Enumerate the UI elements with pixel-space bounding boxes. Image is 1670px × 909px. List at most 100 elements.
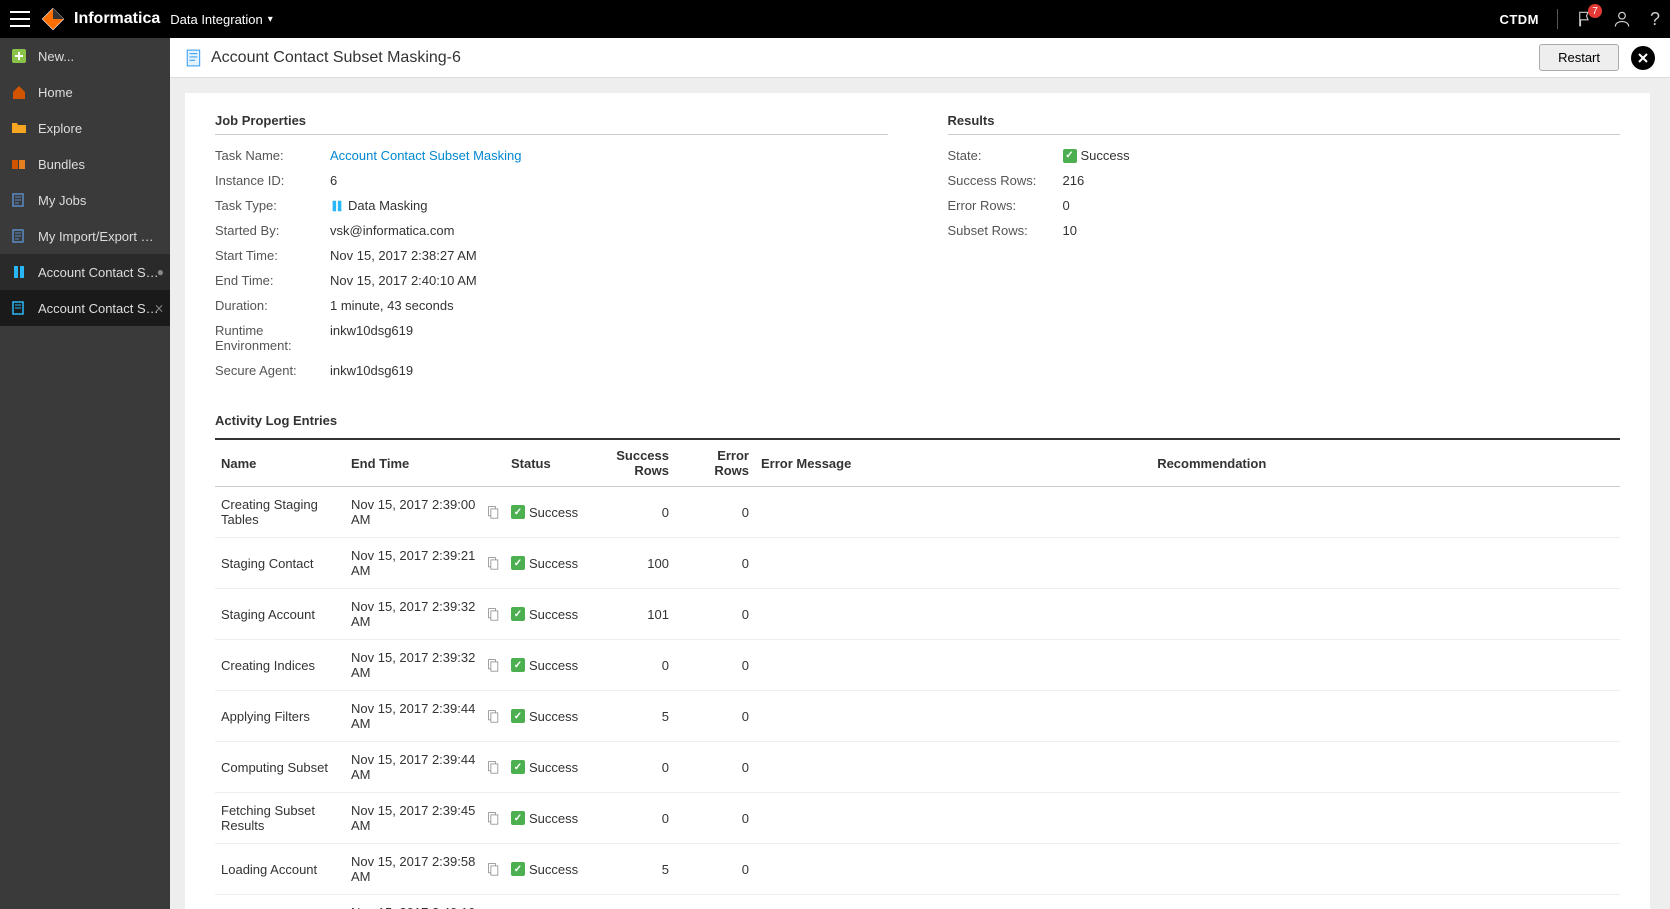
log-file-icon[interactable]: [487, 862, 499, 876]
cell-success-rows: 5: [585, 895, 675, 909]
cell-error-message: [755, 793, 1151, 844]
divider: [1557, 9, 1558, 29]
value-state: ✓ Success: [1063, 148, 1130, 163]
cell-success-rows: 101: [585, 589, 675, 640]
notifications-button[interactable]: 7: [1576, 10, 1594, 28]
cell-error-message: [755, 538, 1151, 589]
cell-name: Fetching Subset Results: [215, 793, 345, 844]
label-start-time: Start Time:: [215, 248, 330, 263]
cell-error-message: [755, 742, 1151, 793]
logs-icon: [10, 227, 28, 245]
table-row: Applying FiltersNov 15, 2017 2:39:44 AM …: [215, 691, 1620, 742]
sidebar-item-myjobs[interactable]: My Jobs: [0, 182, 170, 218]
log-file-icon[interactable]: [487, 811, 499, 825]
cell-end-time: Nov 15, 2017 2:39:32 AM: [345, 589, 505, 640]
success-check-icon: ✓: [511, 505, 525, 519]
label-success-rows: Success Rows:: [948, 173, 1063, 188]
user-icon[interactable]: [1612, 9, 1632, 29]
cell-end-time: Nov 15, 2017 2:39:45 AM: [345, 793, 505, 844]
cell-end-time: Nov 15, 2017 2:39:44 AM: [345, 742, 505, 793]
table-row: Staging AccountNov 15, 2017 2:39:32 AM ✓…: [215, 589, 1620, 640]
cell-success-rows: 0: [585, 793, 675, 844]
success-check-icon: ✓: [1063, 149, 1077, 163]
label-end-time: End Time:: [215, 273, 330, 288]
close-page-button[interactable]: [1631, 46, 1655, 70]
table-row: Creating Staging TablesNov 15, 2017 2:39…: [215, 487, 1620, 538]
cell-error-rows: 0: [675, 793, 755, 844]
value-start-time: Nov 15, 2017 2:38:27 AM: [330, 248, 477, 263]
main-panel: Account Contact Subset Masking-6 Restart…: [170, 38, 1670, 909]
cell-status: ✓Success: [505, 691, 585, 742]
log-file-icon[interactable]: [487, 709, 499, 723]
job-icon: [185, 49, 203, 67]
close-icon: [1637, 52, 1649, 64]
success-check-icon: ✓: [511, 811, 525, 825]
app-switcher[interactable]: Data Integration ▾: [170, 12, 273, 27]
cell-error-message: [755, 895, 1151, 909]
sidebar-item-new[interactable]: New...: [0, 38, 170, 74]
section-title: Results: [948, 113, 1621, 135]
table-row: Fetching Subset ResultsNov 15, 2017 2:39…: [215, 793, 1620, 844]
job-properties-section: Job Properties Task Name:Account Contact…: [215, 113, 888, 383]
col-success-rows[interactable]: Success Rows: [585, 439, 675, 487]
cell-status: ✓Success: [505, 742, 585, 793]
success-check-icon: ✓: [511, 760, 525, 774]
label-runtime-env: Runtime Environment:: [215, 323, 330, 353]
sidebar-item-label: My Jobs: [38, 193, 86, 208]
hamburger-menu-icon[interactable]: [10, 11, 30, 27]
close-tab-icon[interactable]: ⨯: [154, 301, 164, 315]
col-recommendation[interactable]: Recommendation: [1151, 439, 1620, 487]
log-file-icon[interactable]: [487, 658, 499, 672]
success-check-icon: ✓: [511, 862, 525, 876]
task-icon: [10, 299, 28, 317]
cell-success-rows: 100: [585, 538, 675, 589]
col-error-rows[interactable]: Error Rows: [675, 439, 755, 487]
home-icon: [10, 83, 28, 101]
label-secure-agent: Secure Agent:: [215, 363, 330, 378]
help-icon[interactable]: ?: [1650, 9, 1660, 30]
col-end-time[interactable]: End Time: [345, 439, 505, 487]
cell-error-rows: 0: [675, 742, 755, 793]
log-file-icon[interactable]: [487, 760, 499, 774]
restart-button[interactable]: Restart: [1539, 44, 1619, 71]
success-check-icon: ✓: [511, 556, 525, 570]
log-file-icon[interactable]: [487, 505, 499, 519]
cell-success-rows: 5: [585, 691, 675, 742]
col-error-message[interactable]: Error Message: [755, 439, 1151, 487]
cell-error-rows: 0: [675, 640, 755, 691]
log-file-icon[interactable]: [487, 556, 499, 570]
sidebar-item-explore[interactable]: Explore: [0, 110, 170, 146]
success-check-icon: ✓: [511, 607, 525, 621]
value-started-by: vsk@informatica.com: [330, 223, 454, 238]
sidebar-item-label: Explore: [38, 121, 82, 136]
col-status[interactable]: Status: [505, 439, 585, 487]
close-tab-icon[interactable]: ●: [157, 265, 164, 279]
new-icon: [10, 47, 28, 65]
sidebar-item-label: My Import/Export Logs: [38, 229, 160, 244]
task-type-text: Data Masking: [348, 198, 427, 213]
chevron-down-icon: ▾: [268, 14, 273, 25]
log-file-icon[interactable]: [487, 607, 499, 621]
value-error-rows: 0: [1063, 198, 1070, 213]
sidebar-item-label: Account Contact Su...: [38, 265, 160, 280]
org-label[interactable]: CTDM: [1499, 12, 1539, 27]
activity-log-table: Name End Time Status Success Rows Error …: [215, 438, 1620, 909]
cell-recommendation: [1151, 793, 1620, 844]
jobs-icon: [10, 191, 28, 209]
cell-error-rows: 0: [675, 589, 755, 640]
sidebar-item-bundles[interactable]: Bundles: [0, 146, 170, 182]
cell-end-time: Nov 15, 2017 2:39:32 AM: [345, 640, 505, 691]
data-masking-icon: [330, 199, 344, 213]
col-name[interactable]: Name: [215, 439, 345, 487]
sidebar-item-importexport[interactable]: My Import/Export Logs: [0, 218, 170, 254]
table-row: Loading AccountNov 15, 2017 2:39:58 AM ✓…: [215, 844, 1620, 895]
sidebar-item-home[interactable]: Home: [0, 74, 170, 110]
bundles-icon: [10, 155, 28, 173]
sidebar-item-account-contact-1[interactable]: Account Contact Su... ●: [0, 254, 170, 290]
cell-end-time: Nov 15, 2017 2:39:44 AM: [345, 691, 505, 742]
cell-name: Staging Contact: [215, 538, 345, 589]
label-instance-id: Instance ID:: [215, 173, 330, 188]
cell-status: ✓Success: [505, 793, 585, 844]
sidebar-item-account-contact-2[interactable]: Account Contact Su... ⨯: [0, 290, 170, 326]
value-task-name[interactable]: Account Contact Subset Masking: [330, 148, 522, 163]
